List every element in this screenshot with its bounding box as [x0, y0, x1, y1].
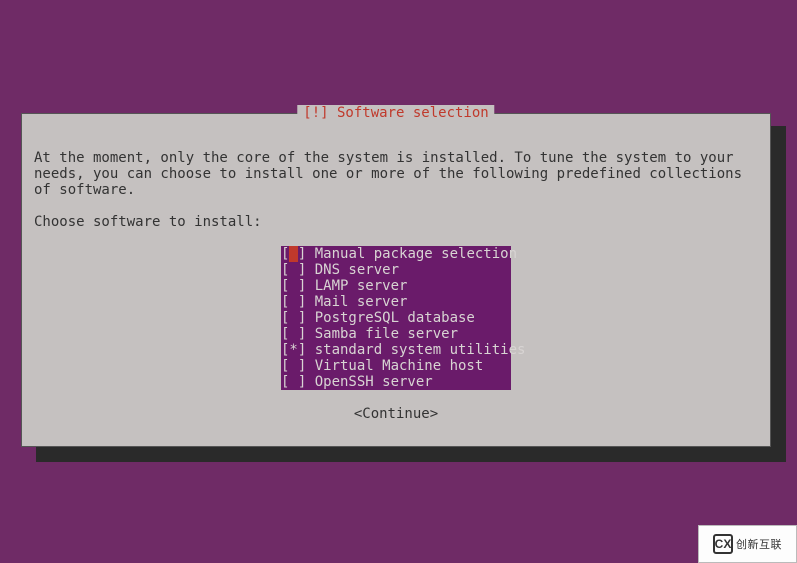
option-item[interactable]: [ ] OpenSSH server — [281, 374, 511, 390]
continue-button[interactable]: <Continue> — [34, 406, 758, 422]
option-checkbox[interactable]: [*] — [281, 342, 315, 358]
option-checkbox[interactable]: [ ] — [281, 358, 315, 374]
option-label: Manual package selection — [315, 246, 517, 262]
option-item[interactable]: [ ] Virtual Machine host — [281, 358, 511, 374]
option-checkbox[interactable]: [ ] — [281, 294, 315, 310]
option-checkbox[interactable]: [ ] — [281, 326, 315, 342]
options-list: [ ] Manual package selection[ ] DNS serv… — [281, 246, 511, 390]
option-checkbox[interactable]: [ ] — [281, 374, 315, 390]
option-item[interactable]: [ ] PostgreSQL database — [281, 310, 511, 326]
option-item[interactable]: [ ] Mail server — [281, 294, 511, 310]
watermark-logo: CX — [713, 534, 733, 554]
option-checkbox[interactable]: [ ] — [281, 262, 315, 278]
option-label: Mail server — [315, 294, 408, 310]
option-label: LAMP server — [315, 278, 408, 294]
option-label: PostgreSQL database — [315, 310, 475, 326]
option-item[interactable]: [*] standard system utilities — [281, 342, 511, 358]
option-label: DNS server — [315, 262, 399, 278]
option-item[interactable]: [ ] LAMP server — [281, 278, 511, 294]
dialog-title: [!] Software selection — [297, 105, 494, 121]
software-selection-dialog: [!] Software selection At the moment, on… — [21, 113, 771, 447]
watermark-text: 创新互联 — [736, 536, 782, 552]
option-checkbox[interactable]: [ ] — [281, 278, 315, 294]
dialog-content: At the moment, only the core of the syst… — [22, 114, 770, 430]
option-label: standard system utilities — [315, 342, 526, 358]
option-item[interactable]: [ ] DNS server — [281, 262, 511, 278]
option-checkbox[interactable]: [ ] — [281, 246, 315, 262]
option-label: OpenSSH server — [315, 374, 433, 390]
watermark: CX 创新互联 — [698, 525, 797, 563]
option-label: Samba file server — [315, 326, 458, 342]
option-label: Virtual Machine host — [315, 358, 484, 374]
option-checkbox[interactable]: [ ] — [281, 310, 315, 326]
option-item[interactable]: [ ] Manual package selection — [281, 246, 511, 262]
option-item[interactable]: [ ] Samba file server — [281, 326, 511, 342]
prompt-text: Choose software to install: — [34, 214, 758, 230]
intro-text: At the moment, only the core of the syst… — [34, 150, 758, 198]
